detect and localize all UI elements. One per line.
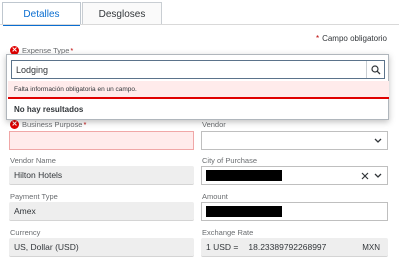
tab-divider <box>0 24 399 25</box>
expense-type-suggestion-popup: Falta información obligatoria en un camp… <box>6 54 389 120</box>
city-of-purchase-select[interactable] <box>201 166 388 185</box>
vendor-name-value: Hilton Hotels <box>14 170 63 180</box>
exchange-rate-unit: MXN <box>362 242 380 252</box>
payment-type-label: Payment Type <box>10 192 58 201</box>
payment-type-value: Amex <box>14 206 36 216</box>
required-note-text: Campo obligatorio <box>322 34 387 43</box>
expense-type-input-wrapper <box>11 60 385 79</box>
required-field-note: * Campo obligatorio <box>316 34 387 43</box>
vendor-name-field: Hilton Hotels <box>9 166 194 185</box>
error-message: Falta información obligatoria en un camp… <box>8 81 389 99</box>
required-star: * <box>315 34 320 43</box>
tab-desgloses[interactable]: Desgloses <box>82 2 162 25</box>
city-of-purchase-label: City of Purchase <box>202 156 258 165</box>
clear-icon[interactable] <box>360 171 370 181</box>
chevron-down-icon[interactable] <box>373 136 383 146</box>
amount-input[interactable] <box>201 202 388 221</box>
exchange-rate-value: 18.23389792268997 <box>248 242 327 252</box>
business-purpose-input[interactable] <box>9 131 194 150</box>
amount-label: Amount <box>202 192 228 201</box>
search-icon[interactable] <box>366 61 384 78</box>
tab-bar: Detalles Desgloses <box>0 0 399 26</box>
vendor-select[interactable] <box>201 131 388 150</box>
error-icon: ✕ <box>10 120 19 129</box>
currency-label: Currency <box>10 228 41 237</box>
no-results-text: No hay resultados <box>14 105 84 114</box>
exchange-rate-prefix: 1 USD = <box>206 242 239 252</box>
vendor-name-label: Vendor Name <box>10 156 56 165</box>
currency-value: US, Dollar (USD) <box>14 242 79 252</box>
business-purpose-label-text: Business Purpose <box>22 120 83 129</box>
required-star: * <box>83 120 87 129</box>
exchange-rate-field: 1 USD = 18.23389792268997 MXN <box>201 238 388 257</box>
vendor-label: Vendor <box>202 120 226 129</box>
expense-type-input[interactable] <box>12 64 366 75</box>
exchange-rate-label: Exchange Rate <box>202 228 254 237</box>
currency-field: US, Dollar (USD) <box>9 238 194 257</box>
chevron-down-icon[interactable] <box>373 171 383 181</box>
business-purpose-label: Business Purpose* <box>22 120 86 129</box>
payment-type-field: Amex <box>9 202 194 221</box>
tab-detalles[interactable]: Detalles <box>2 2 81 26</box>
